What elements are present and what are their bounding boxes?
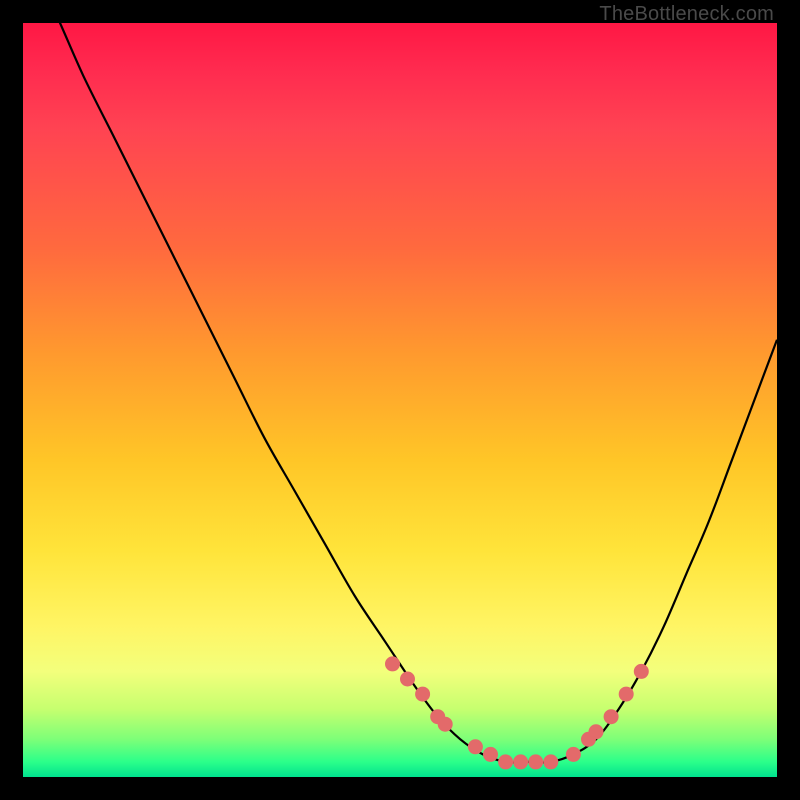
data-marker <box>604 710 618 724</box>
chart-stage: TheBottleneck.com <box>0 0 800 800</box>
data-marker <box>386 657 400 671</box>
data-marker <box>484 747 498 761</box>
data-marker <box>438 717 452 731</box>
data-marker <box>544 755 558 769</box>
data-marker <box>416 687 430 701</box>
data-marker <box>499 755 513 769</box>
bottleneck-curve <box>23 0 777 762</box>
data-marker <box>529 755 543 769</box>
data-marker <box>401 672 415 686</box>
marker-group <box>386 657 649 769</box>
curve-layer <box>23 23 777 777</box>
plot-area <box>23 23 777 777</box>
data-marker <box>619 687 633 701</box>
attribution-text: TheBottleneck.com <box>599 3 774 26</box>
data-marker <box>514 755 528 769</box>
data-marker <box>634 664 648 678</box>
data-marker <box>468 740 482 754</box>
data-marker <box>566 747 580 761</box>
data-marker <box>589 725 603 739</box>
